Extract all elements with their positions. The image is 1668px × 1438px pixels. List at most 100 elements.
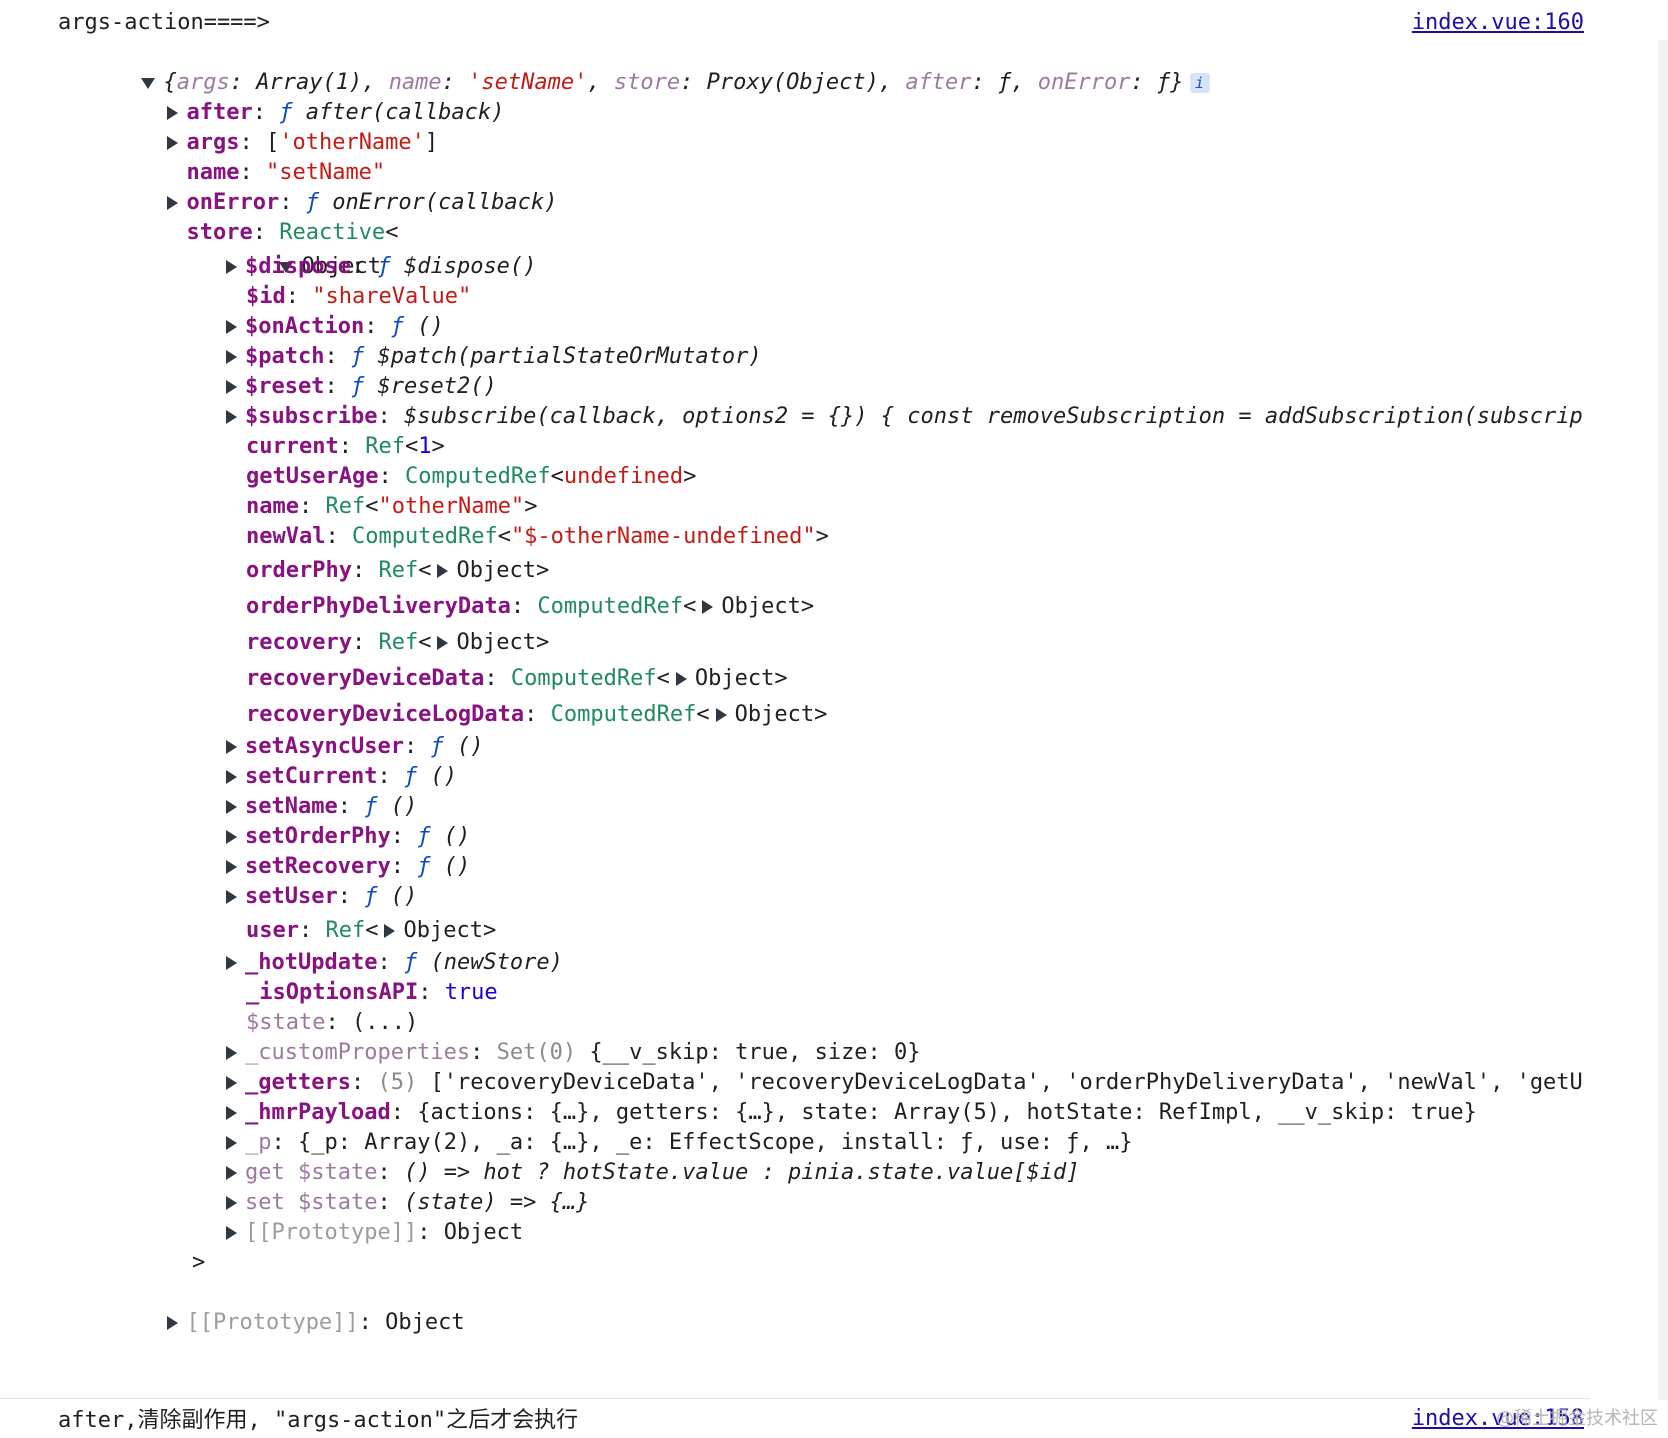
prop-store: store: Reactive< — [186, 220, 399, 245]
prop-key: setUser — [245, 884, 338, 909]
function-marker: ƒ — [350, 374, 365, 399]
string-value: "otherName" — [378, 494, 525, 519]
expand-arrow-icon[interactable] — [226, 320, 237, 334]
prop-onerror[interactable]: onError: ƒ onError(callback) — [88, 158, 557, 215]
expand-arrow-icon[interactable] — [226, 956, 237, 970]
expand-arrow-icon[interactable] — [675, 672, 687, 686]
prop-key: _hmrPayload — [245, 1100, 391, 1125]
store-prop-row[interactable]: setName: ƒ () — [226, 792, 417, 822]
expand-arrow-icon[interactable] — [226, 740, 237, 754]
ref-type: Ref — [325, 494, 366, 519]
expand-arrow-icon[interactable] — [226, 410, 237, 424]
ref-type: ComputedRef — [550, 702, 697, 727]
value-preview: {_p: Array(2), _a: {…}, _e: EffectScope,… — [298, 1130, 1133, 1155]
store-prop-row: user: Ref< Object> — [246, 918, 497, 943]
prop-key: current — [246, 434, 339, 459]
store-prop-row: newVal: ComputedRef<"$-otherName-undefin… — [246, 524, 829, 549]
expand-arrow-icon[interactable] — [226, 770, 237, 784]
prop-key: getUserAge — [246, 464, 379, 489]
store-prop-row[interactable]: $patch: ƒ $patch(partialStateOrMutator) — [226, 342, 762, 372]
prop-key: user — [246, 918, 299, 943]
value-preview: {actions: {…}, getters: {…}, state: Arra… — [417, 1100, 1477, 1125]
prop-key: $state — [246, 1010, 326, 1035]
expand-arrow-icon[interactable] — [226, 1136, 237, 1150]
expand-arrow-icon[interactable] — [167, 1316, 179, 1330]
store-prop-row[interactable]: _getters: (5) ['recoveryDeviceData', 're… — [226, 1068, 1583, 1098]
prop-key: setName — [245, 794, 338, 819]
store-prop-row[interactable]: setAsyncUser: ƒ () — [226, 732, 483, 762]
function-signature: $patch(partialStateOrMutator) — [377, 344, 762, 369]
expand-arrow-icon[interactable] — [226, 1196, 237, 1210]
expand-arrow-icon[interactable] — [226, 1226, 237, 1240]
store-object-header[interactable]: Object — [200, 222, 381, 279]
value-preview: Object — [443, 1220, 524, 1245]
expand-arrow-icon[interactable] — [702, 600, 714, 614]
ref-type: Ref — [378, 558, 419, 583]
store-prop-row: recoveryDeviceData: ComputedRef< Object> — [246, 666, 788, 691]
expand-arrow-icon[interactable] — [226, 1046, 237, 1060]
prop-args[interactable]: args: ['otherName'] — [88, 98, 438, 155]
scrollbar[interactable] — [1658, 40, 1668, 1400]
store-prop-row[interactable]: _hotUpdate: ƒ (newStore) — [226, 948, 563, 978]
expand-arrow-icon[interactable] — [226, 380, 237, 394]
store-prop-row[interactable]: _customProperties: Set(0) {__v_skip: tru… — [226, 1038, 921, 1068]
store-prop-row: orderPhy: Ref< Object> — [246, 558, 550, 583]
store-prop-row[interactable]: setCurrent: ƒ () — [226, 762, 457, 792]
ref-type: Ref — [325, 918, 366, 943]
store-prop-row[interactable]: $subscribe: $subscribe(callback, options… — [226, 402, 1583, 432]
object-value[interactable]: Object> — [403, 918, 496, 943]
store-prop-row[interactable]: _hmrPayload: {actions: {…}, getters: {…}… — [226, 1098, 1477, 1128]
expand-arrow-icon[interactable] — [437, 636, 449, 650]
source-link[interactable]: index.vue:160 — [1412, 10, 1584, 35]
store-prop-row[interactable]: get $state: () => hot ? hotState.value :… — [226, 1158, 1079, 1188]
number-value: 1 — [418, 434, 432, 459]
expand-arrow-icon[interactable] — [226, 1106, 237, 1120]
store-prop-row[interactable]: $reset: ƒ $reset2() — [226, 372, 497, 402]
value-preview: {__v_skip: true, size: 0} — [589, 1040, 921, 1065]
value-preview: ['recoveryDeviceData', 'recoveryDeviceLo… — [430, 1070, 1583, 1095]
expand-arrow-icon[interactable] — [715, 708, 727, 722]
store-prop-row: current: Ref<1> — [246, 434, 445, 459]
prop-key: setAsyncUser — [245, 734, 404, 759]
type-hint: Set(0) — [496, 1040, 577, 1065]
expand-arrow-icon[interactable] — [226, 1076, 237, 1090]
store-prop-row[interactable]: _p: {_p: Array(2), _a: {…}, _e: EffectSc… — [226, 1128, 1132, 1158]
expand-arrow-icon[interactable] — [226, 860, 237, 874]
store-prop-row[interactable]: setOrderPhy: ƒ () — [226, 822, 470, 852]
function-marker: ƒ — [390, 314, 404, 339]
expand-arrow-icon[interactable] — [384, 924, 396, 938]
expand-arrow-icon[interactable] — [226, 1166, 237, 1180]
object-summary[interactable]: {args: Array(1), name: 'setName', store:… — [62, 38, 1210, 95]
object-value[interactable]: Object> — [735, 702, 828, 727]
prop-key: setCurrent — [245, 764, 378, 789]
function-marker: ƒ — [403, 764, 418, 789]
info-icon[interactable]: i — [1189, 73, 1210, 93]
store-prop-row: getUserAge: ComputedRef<undefined> — [246, 464, 697, 489]
object-value[interactable]: Object> — [456, 558, 549, 583]
expand-arrow-icon[interactable] — [437, 564, 449, 578]
store-prop-row: $id: "shareValue" — [246, 284, 472, 309]
expand-arrow-icon[interactable] — [226, 800, 237, 814]
prop-key: $onAction — [245, 314, 365, 339]
store-prop-row[interactable]: [[Prototype]]: Object — [226, 1218, 523, 1248]
prop-after[interactable]: after: ƒ after(callback) — [88, 68, 504, 125]
function-marker: ƒ — [364, 884, 378, 909]
object-value[interactable]: Object> — [695, 666, 788, 691]
function-signature: () — [456, 734, 484, 759]
prop-key: recoveryDeviceLogData — [246, 702, 525, 727]
object-value[interactable]: Object> — [456, 630, 549, 655]
store-prop-row[interactable]: setUser: ƒ () — [226, 882, 417, 912]
prop-key: _customProperties — [245, 1040, 471, 1065]
object-value[interactable]: Object> — [721, 594, 814, 619]
prop-key: $id — [246, 284, 286, 309]
store-prop-row[interactable]: $dispose: ƒ $dispose() — [226, 252, 536, 282]
expand-arrow-icon[interactable] — [226, 830, 237, 844]
prop-key: setOrderPhy — [245, 824, 391, 849]
store-prop-row[interactable]: setRecovery: ƒ () — [226, 852, 470, 882]
prop-prototype[interactable]: [[Prototype]]: Object — [88, 1278, 465, 1335]
expand-arrow-icon[interactable] — [226, 350, 237, 364]
expand-arrow-icon[interactable] — [226, 890, 237, 904]
store-prop-row[interactable]: $onAction: ƒ () — [226, 312, 444, 342]
expand-arrow-icon[interactable] — [226, 260, 237, 274]
store-prop-row[interactable]: set $state: (state) => {…} — [226, 1188, 589, 1218]
